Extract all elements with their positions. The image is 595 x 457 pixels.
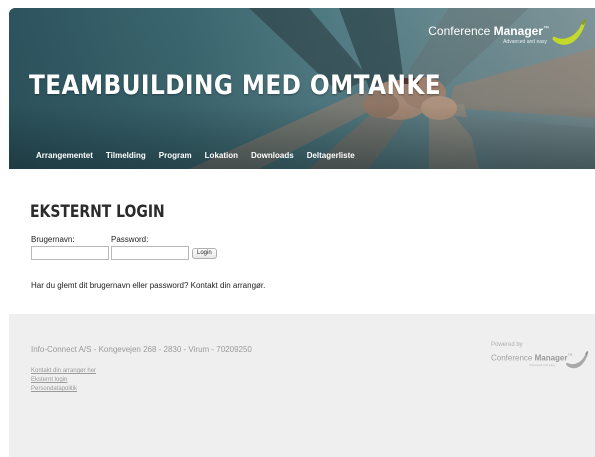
company-info: Info-Connect A/S - Kongevejen 268 - 2830… xyxy=(31,345,252,354)
password-input[interactable] xyxy=(111,246,189,260)
brand-logo: Conference Manager™ Advanced and easy xyxy=(428,18,587,58)
nav-deltagerliste[interactable]: Deltagerliste xyxy=(307,151,355,160)
password-label: Password: xyxy=(111,235,149,244)
main-nav: Arrangementet Tilmelding Program Lokatio… xyxy=(36,151,368,160)
powered-by-logo: Powered by Conference Manager™ Advanced … xyxy=(491,342,591,382)
footer: Info-Connect A/S - Kongevejen 268 - 2830… xyxy=(9,314,595,457)
nav-arrangementet[interactable]: Arrangementet xyxy=(36,151,93,160)
powered-brand-name: Conference Manager™ xyxy=(491,353,573,363)
nav-lokation[interactable]: Lokation xyxy=(205,151,238,160)
footer-links: Kontakt din arrangør her Eksternt login … xyxy=(31,367,96,394)
header-banner: Conference Manager™ Advanced and easy TE… xyxy=(9,8,595,169)
nav-downloads[interactable]: Downloads xyxy=(251,151,294,160)
login-button[interactable]: Login xyxy=(192,248,217,259)
login-heading: EKSTERNT LOGIN xyxy=(30,202,165,222)
login-section: EKSTERNT LOGIN Brugernavn: Password: Log… xyxy=(9,169,595,314)
contact-organizer-link[interactable]: Kontakt din arrangør her xyxy=(31,367,96,376)
external-login-link[interactable]: Eksternt login xyxy=(31,376,96,385)
privacy-policy-link[interactable]: Persondatapolitik xyxy=(31,385,96,394)
page-frame: Conference Manager™ Advanced and easy TE… xyxy=(9,8,595,457)
brand-name: Conference Manager™ xyxy=(428,24,549,38)
banana-swoosh-icon xyxy=(552,19,586,45)
page-title: TEAMBUILDING MED OMTANKE xyxy=(29,70,442,101)
forgot-credentials-text: Har du glemt dit brugernavn eller passwo… xyxy=(31,281,266,290)
username-label: Brugernavn: xyxy=(31,235,75,244)
powered-by-label: Powered by xyxy=(491,342,523,348)
nav-program[interactable]: Program xyxy=(159,151,192,160)
banana-swoosh-gray-icon xyxy=(566,351,589,369)
nav-tilmelding[interactable]: Tilmelding xyxy=(106,151,146,160)
powered-brand-tagline: Advanced and easy xyxy=(529,363,556,367)
brand-tagline: Advanced and easy xyxy=(503,39,547,45)
username-input[interactable] xyxy=(31,246,109,260)
